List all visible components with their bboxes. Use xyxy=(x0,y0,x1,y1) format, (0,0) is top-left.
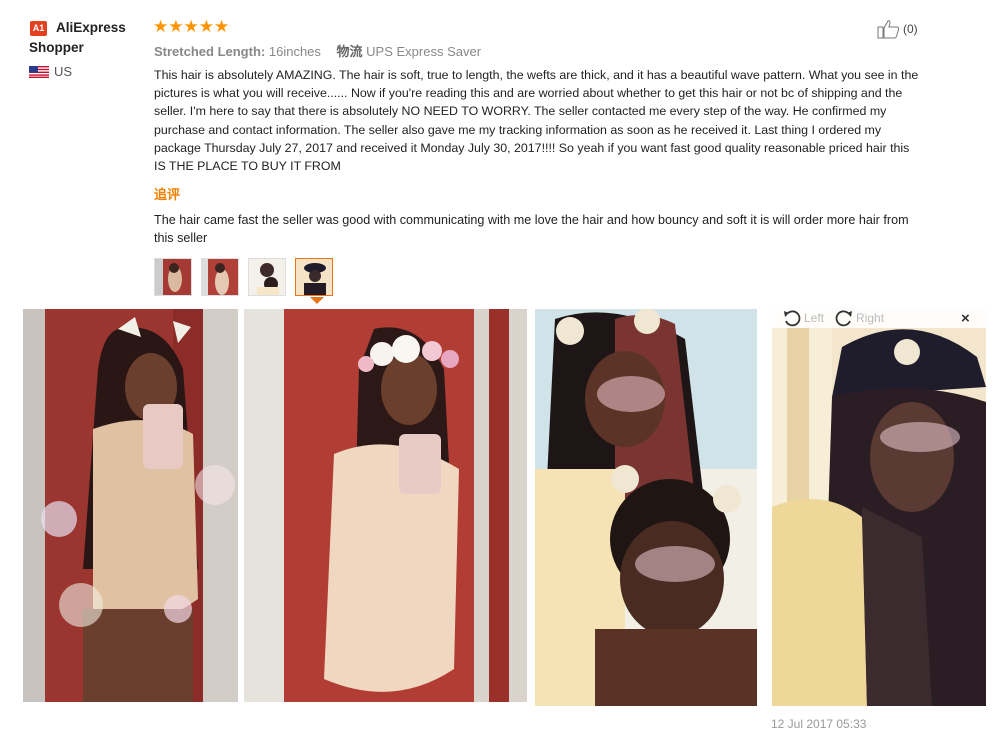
helpful-button[interactable]: (0) xyxy=(877,19,918,39)
helpful-count: (0) xyxy=(903,22,918,36)
us-flag-icon xyxy=(29,66,49,78)
thumbnail-image xyxy=(202,259,238,295)
review-photo-3[interactable] xyxy=(535,309,757,706)
review-photo-4[interactable] xyxy=(772,307,986,706)
rotate-left-label: Left xyxy=(804,310,825,325)
review-date: 12 Jul 2017 05:33 xyxy=(771,717,867,731)
thumbnail-image xyxy=(155,259,191,295)
review-photo-1[interactable] xyxy=(23,309,238,702)
selected-thumbnail-pointer xyxy=(310,297,324,304)
followup-label: 追评 xyxy=(154,187,181,202)
review-thumbnail-2[interactable] xyxy=(201,258,239,296)
review-meta: Stretched Length: 16inches 物流 UPS Expres… xyxy=(154,41,481,60)
reviewer-name: AliExpress Shopper xyxy=(29,20,126,55)
rotate-left-button[interactable]: Left xyxy=(782,309,824,327)
photo-viewer-toolbar: Left Right xyxy=(772,307,986,328)
thumbnail-image xyxy=(296,259,332,295)
length-value: 16inches xyxy=(268,44,321,59)
shipping-label: 物流 xyxy=(336,44,363,59)
review-photo-2[interactable] xyxy=(244,309,527,702)
rotate-right-label: Right xyxy=(856,310,885,325)
review-thumbnail-4-selected[interactable] xyxy=(295,258,333,296)
thumbnail-image xyxy=(249,259,285,295)
followup-body: The hair came fast the seller was good w… xyxy=(154,213,909,246)
thumbs-up-icon xyxy=(877,20,900,39)
rating-stars: ★★★★★ xyxy=(153,17,230,36)
rotate-left-icon xyxy=(784,309,801,326)
reviewer-country: US xyxy=(54,64,73,79)
shipping-value: UPS Express Saver xyxy=(366,44,482,59)
review-body: This hair is absolutely AMAZING. The hai… xyxy=(154,68,919,174)
review-thumbnail-3[interactable] xyxy=(248,258,286,296)
review-thumbnail-1[interactable] xyxy=(154,258,192,296)
rotate-right-button[interactable]: Right xyxy=(834,309,884,327)
length-label: Stretched Length: xyxy=(154,44,266,59)
rotate-right-icon xyxy=(835,309,853,326)
close-viewer-button[interactable]: × xyxy=(961,310,970,327)
